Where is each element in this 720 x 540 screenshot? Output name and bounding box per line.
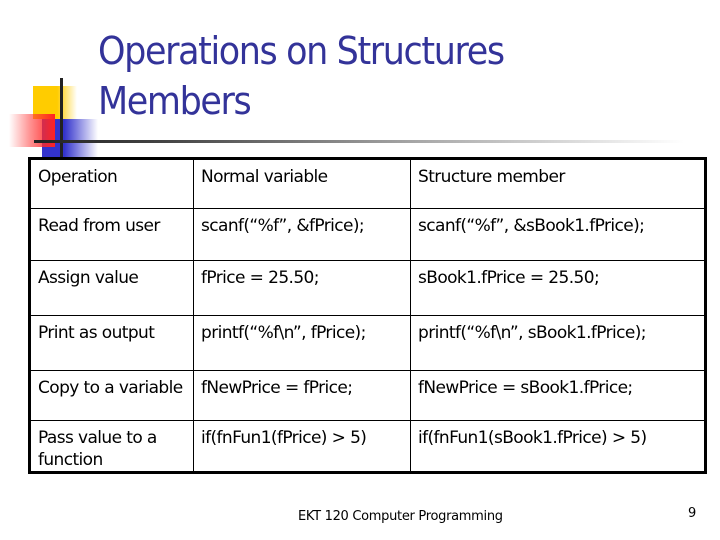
structure-member-cell: printf(“%f\n”, sBook1.fPrice); (410, 315, 706, 371)
decor-yellow-block (33, 86, 77, 119)
decor-blue-block (42, 119, 98, 157)
slide-title: Operations on Structures Members (98, 26, 505, 126)
table-row: Assign value fPrice = 25.50; sBook1.fPri… (29, 260, 706, 316)
table-header-row: Operation Normal variable Structure memb… (29, 158, 706, 209)
structure-member-cell: sBook1.fPrice = 25.50; (410, 260, 706, 316)
operation-cell: Print as output (29, 315, 194, 371)
normal-variable-cell: fNewPrice = fPrice; (193, 370, 411, 421)
operation-cell: Read from user (29, 208, 194, 261)
slide-title-line-2: Members (98, 79, 252, 123)
normal-variable-cell: scanf(“%f”, &fPrice); (193, 208, 411, 261)
table-row: Print as output printf(“%f\n”, fPrice); … (29, 315, 706, 371)
slide-title-line-1: Operations on Structures (98, 29, 505, 73)
structure-member-cell: fNewPrice = sBook1.fPrice; (410, 370, 706, 421)
table-row: Pass value to a function if(fnFun1(fPric… (29, 420, 706, 473)
structure-member-cell: scanf(“%f”, &sBook1.fPrice); (410, 208, 706, 261)
normal-variable-cell: printf(“%f\n”, fPrice); (193, 315, 411, 371)
decor-vertical-line (60, 78, 63, 158)
operation-cell: Assign value (29, 260, 194, 316)
page-number: 9 (688, 506, 697, 521)
table-row: Read from user scanf(“%f”, &fPrice); sca… (29, 208, 706, 261)
operation-cell: Copy to a variable (29, 370, 194, 421)
footer-course-name: EKT 120 Computer Programming (298, 509, 503, 524)
structure-member-cell: if(fnFun1(sBook1.fPrice) > 5) (410, 420, 706, 473)
normal-variable-cell: fPrice = 25.50; (193, 260, 411, 316)
header-cell-operation: Operation (29, 158, 194, 209)
header-cell-structure-member: Structure member (410, 158, 706, 209)
normal-variable-cell: if(fnFun1(fPrice) > 5) (193, 420, 411, 473)
operation-cell: Pass value to a function (29, 420, 194, 473)
operations-table: Operation Normal variable Structure memb… (28, 157, 707, 474)
table-row: Copy to a variable fNewPrice = fPrice; f… (29, 370, 706, 421)
decor-red-block (9, 114, 55, 147)
title-underline-rule (34, 140, 684, 143)
header-cell-normal-variable: Normal variable (193, 158, 411, 209)
